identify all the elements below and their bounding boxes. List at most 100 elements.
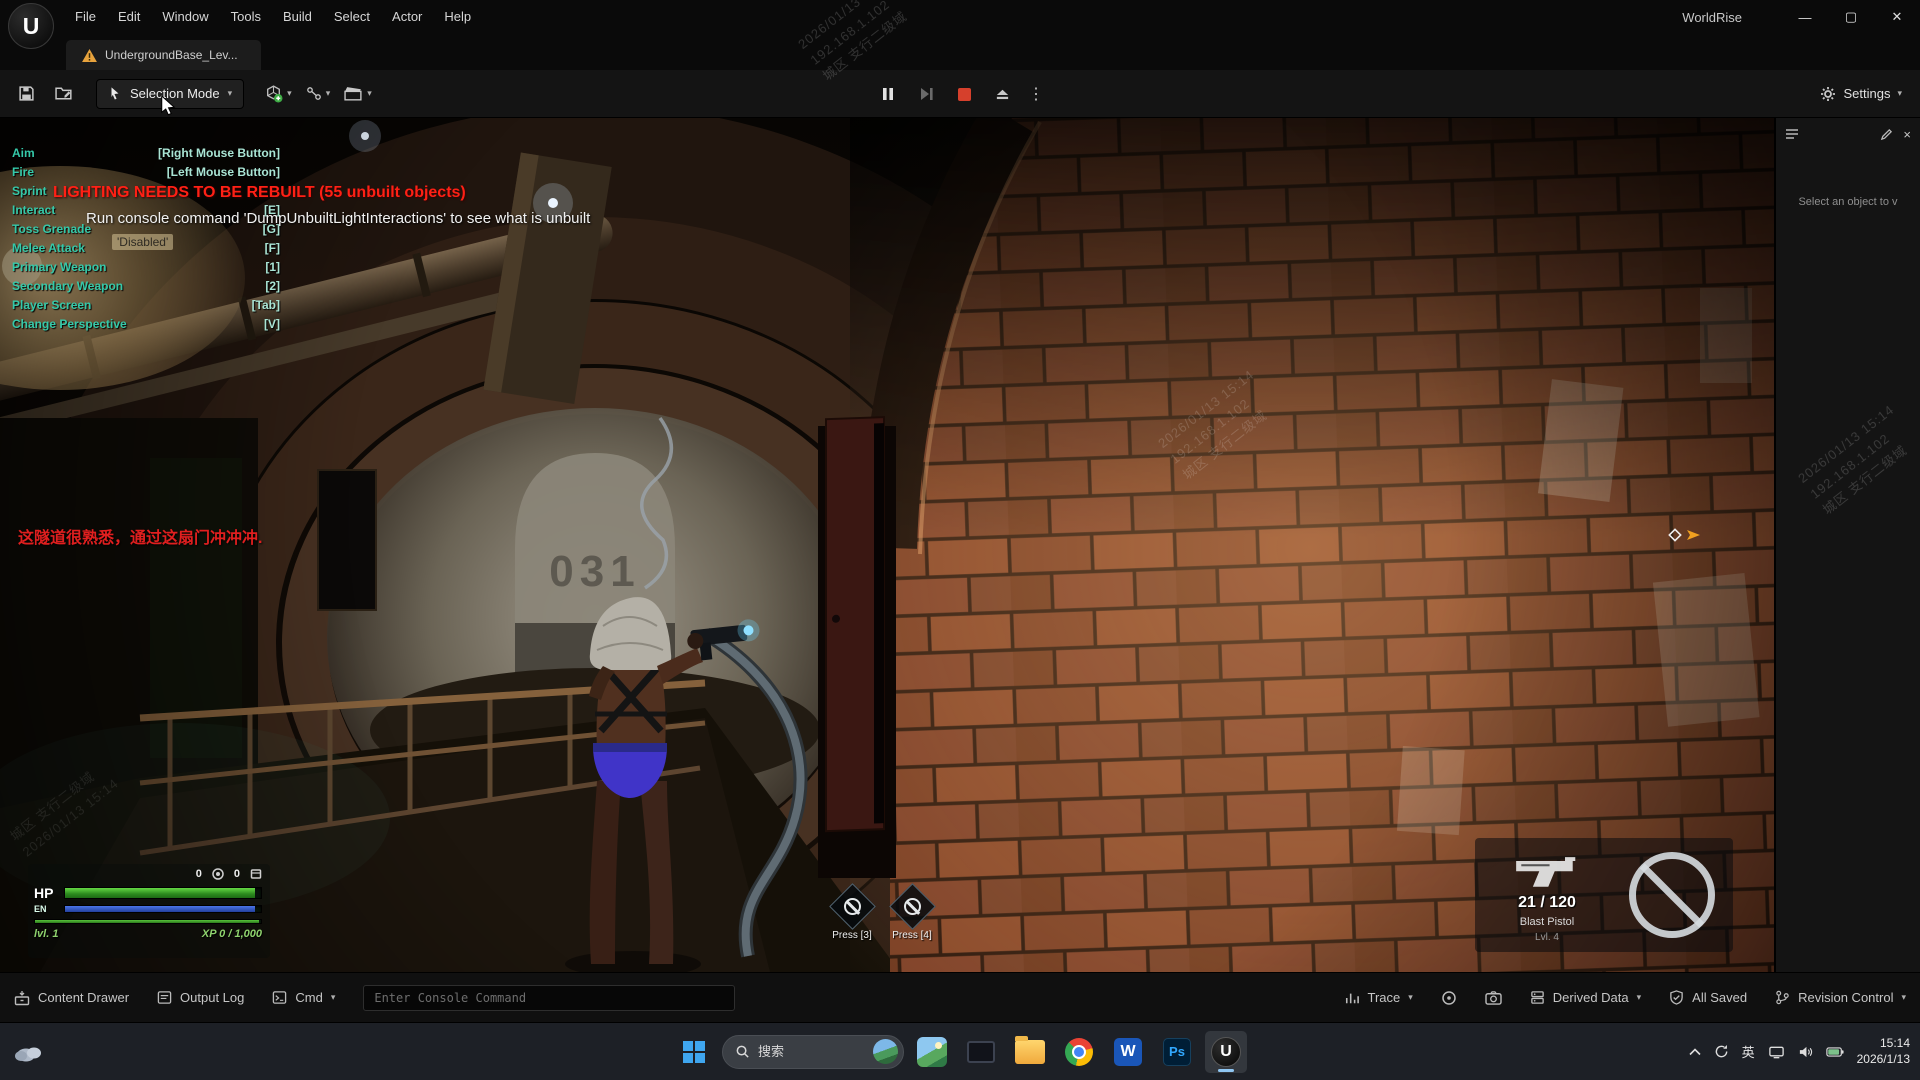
tab-bar: UndergroundBase_Lev... — [0, 34, 1920, 70]
clock-time: 15:14 — [1857, 1036, 1910, 1052]
gear-icon — [1820, 86, 1836, 102]
chevron-down-icon: ▾ — [228, 88, 233, 99]
chevron-down-icon: ▾ — [1408, 992, 1413, 1003]
details-panel: × Select an object to v — [1774, 118, 1920, 972]
taskbar-chrome[interactable] — [1058, 1031, 1100, 1073]
menu-actor[interactable]: Actor — [381, 0, 433, 34]
search-daily-image — [873, 1039, 898, 1064]
console-input[interactable] — [363, 985, 735, 1011]
taskbar-photos[interactable] — [911, 1031, 953, 1073]
menu-select[interactable]: Select — [323, 0, 381, 34]
taskbar-search[interactable] — [722, 1035, 904, 1069]
editor-toolbar: Selection Mode ▾ ▾ ▾ ▾ ⋮ Settings ▾ — [0, 70, 1920, 118]
save-button[interactable] — [10, 78, 42, 110]
game-viewport[interactable]: 031 — [0, 118, 1774, 972]
cmd-dropdown[interactable]: Cmd ▾ — [272, 990, 335, 1005]
weather-widget[interactable] — [12, 1040, 46, 1064]
settings-dropdown[interactable]: Settings ▾ — [1812, 78, 1910, 110]
insights-button[interactable] — [1441, 990, 1457, 1006]
tray-expand-icon[interactable] — [1689, 1048, 1701, 1056]
network-icon[interactable] — [1768, 1045, 1785, 1059]
trace-dropdown[interactable]: Trace ▾ — [1345, 990, 1412, 1005]
volume-icon[interactable] — [1798, 1045, 1813, 1059]
maximize-button[interactable]: ▢ — [1828, 0, 1874, 34]
trace-icon — [1345, 991, 1359, 1005]
word-icon: W — [1114, 1038, 1142, 1066]
menu-file[interactable]: File — [64, 0, 107, 34]
chevron-down-icon: ▾ — [326, 88, 331, 99]
menu-edit[interactable]: Edit — [107, 0, 151, 34]
all-saved-indicator[interactable]: All Saved — [1669, 990, 1747, 1005]
output-log-button[interactable]: Output Log — [157, 990, 244, 1005]
tab-label: UndergroundBase_Lev... — [105, 48, 238, 62]
chevron-down-icon: ▾ — [331, 992, 336, 1003]
details-hint: Select an object to v — [1776, 196, 1920, 208]
battery-icon[interactable] — [1826, 1046, 1844, 1058]
cmd-icon — [272, 990, 287, 1005]
saved-icon — [1669, 990, 1684, 1005]
screen: { "titlebar": { "logo": "U", "menu": ["F… — [0, 0, 1920, 1080]
close-panel-icon[interactable]: × — [1903, 127, 1911, 142]
tab-level[interactable]: UndergroundBase_Lev... — [66, 40, 261, 70]
unreal-logo-icon: U — [8, 3, 54, 49]
photoshop-icon: Ps — [1163, 1038, 1191, 1066]
chevron-down-icon: ▾ — [1637, 992, 1642, 1003]
taskbar-clock[interactable]: 15:14 2026/1/13 — [1857, 1036, 1910, 1067]
menu-tools[interactable]: Tools — [220, 0, 272, 34]
screenshot-button[interactable] — [1485, 990, 1502, 1005]
chevron-down-icon: ▾ — [1901, 992, 1906, 1003]
blueprints-button[interactable]: ▾ — [302, 78, 335, 110]
window-title: WorldRise — [1682, 10, 1742, 25]
menu-help[interactable]: Help — [433, 0, 482, 34]
close-button[interactable]: ✕ — [1874, 0, 1920, 34]
content-drawer-icon — [14, 990, 30, 1006]
play-options-menu[interactable]: ⋮ — [1024, 84, 1048, 104]
add-actor-button[interactable]: ▾ — [260, 78, 296, 110]
revision-control-dropdown[interactable]: Revision Control ▾ — [1775, 990, 1906, 1005]
derived-data-icon — [1530, 990, 1545, 1005]
clock-date: 2026/1/13 — [1857, 1052, 1910, 1068]
chevron-down-icon: ▾ — [367, 88, 372, 99]
frame-skip-button[interactable] — [910, 78, 942, 110]
taskbar-unreal[interactable]: U — [1205, 1031, 1247, 1073]
play-controls: ⋮ — [872, 70, 1048, 118]
photos-icon — [917, 1037, 947, 1067]
taskbar-word[interactable]: W — [1107, 1031, 1149, 1073]
windows-taskbar: W Ps U 英 15:14 2026/1/13 — [0, 1022, 1920, 1080]
minimize-button[interactable]: — — [1782, 0, 1828, 34]
eject-button[interactable] — [986, 78, 1018, 110]
content-drawer-button[interactable]: Content Drawer — [14, 990, 129, 1006]
chrome-icon — [1065, 1038, 1093, 1066]
taskbar-file-explorer[interactable] — [1009, 1031, 1051, 1073]
edit-icon[interactable] — [1880, 128, 1893, 141]
menu-build[interactable]: Build — [272, 0, 323, 34]
sync-icon[interactable] — [1714, 1044, 1729, 1059]
pause-button[interactable] — [872, 78, 904, 110]
taskbar-desktop-app[interactable] — [960, 1031, 1002, 1073]
panel-menu-icon[interactable] — [1785, 128, 1799, 140]
selection-mode-label: Selection Mode — [130, 86, 220, 101]
cinematics-button[interactable]: ▾ — [340, 78, 376, 110]
search-input[interactable] — [758, 1044, 865, 1059]
cursor-mode-icon — [108, 86, 122, 101]
settings-label: Settings — [1843, 86, 1890, 101]
menu-window[interactable]: Window — [151, 0, 219, 34]
game-scene: 031 — [0, 118, 1774, 972]
browse-content-button[interactable] — [48, 78, 80, 110]
folder-icon — [1015, 1040, 1045, 1064]
start-button[interactable] — [673, 1031, 715, 1073]
windows-logo-icon — [683, 1041, 705, 1063]
derived-data-dropdown[interactable]: Derived Data ▾ — [1530, 990, 1641, 1005]
branch-icon — [1775, 990, 1790, 1005]
title-bar: U File Edit Window Tools Build Select Ac… — [0, 0, 1920, 34]
selection-mode-dropdown[interactable]: Selection Mode ▾ — [96, 79, 244, 109]
chevron-down-icon: ▾ — [1897, 88, 1902, 99]
stop-button[interactable] — [948, 78, 980, 110]
input-language[interactable]: 英 — [1742, 1042, 1755, 1061]
taskbar-photoshop[interactable]: Ps — [1156, 1031, 1198, 1073]
unreal-icon: U — [1211, 1037, 1241, 1067]
status-bar: Content Drawer Output Log Cmd ▾ Trace ▾ … — [0, 972, 1920, 1022]
output-log-icon — [157, 990, 172, 1005]
chevron-down-icon: ▾ — [287, 88, 292, 99]
warning-icon — [82, 49, 97, 62]
